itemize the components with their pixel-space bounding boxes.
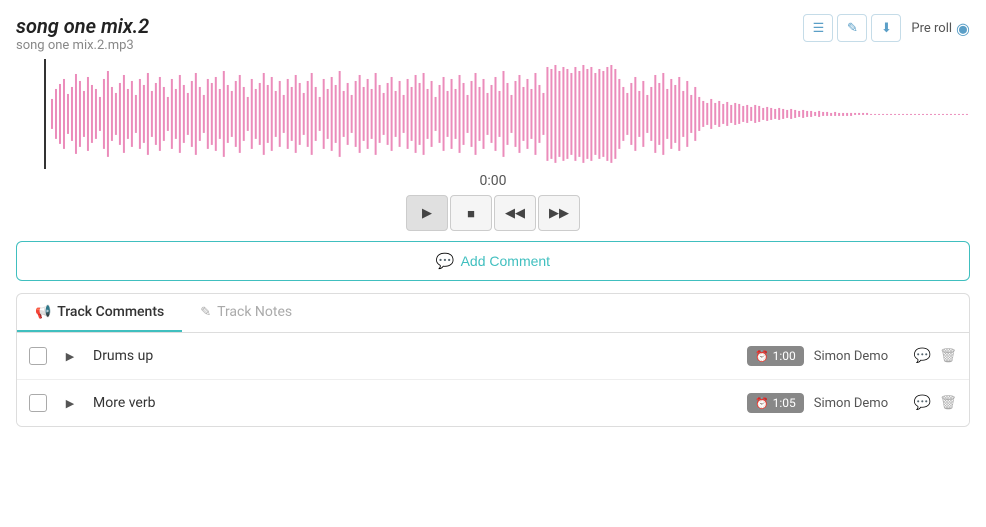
waveform[interactable] <box>51 59 970 169</box>
stop-button[interactable]: ■ <box>450 195 492 231</box>
play-icon: ▶ <box>66 350 74 363</box>
toggle-icon[interactable]: ◉ <box>956 19 970 38</box>
page-header: song one mix.2 song one mix.2.mp3 ☰ ✎ ⬇ … <box>0 0 986 59</box>
tab-comments[interactable]: 📢 Track Comments <box>17 294 182 332</box>
comment-play-button-1[interactable]: ▶ <box>57 343 83 369</box>
comment-reply-icon-2[interactable]: 💬 <box>914 395 931 411</box>
clock-icon: ⏰ <box>755 397 769 410</box>
list-icon-button[interactable]: ☰ <box>803 14 833 42</box>
comment-author-2: Simon Demo <box>814 396 904 411</box>
comment-time-2: 1:05 <box>773 396 796 410</box>
header-actions: ☰ ✎ ⬇ Pre roll ◉ <box>803 14 970 42</box>
transport-section: 0:00 ▶ ■ ◀◀ ▶▶ <box>0 173 986 231</box>
time-display: 0:00 <box>480 173 507 189</box>
comment-time-badge-1: ⏰ 1:00 <box>747 346 804 366</box>
table-row: ▶ Drums up ⏰ 1:00 Simon Demo 💬 🗑 <box>17 333 969 380</box>
pencil-icon: ✎ <box>200 305 211 320</box>
playhead <box>44 59 46 169</box>
add-comment-label: Add Comment <box>461 253 550 269</box>
page-title: song one mix.2 <box>16 14 149 38</box>
edit-icon: ✎ <box>847 20 858 36</box>
add-comment-button[interactable]: 💬 Add Comment <box>16 241 970 281</box>
comment-checkbox-1[interactable] <box>29 347 47 365</box>
table-row: ▶ More verb ⏰ 1:05 Simon Demo 💬 🗑 <box>17 380 969 426</box>
comment-text-2: More verb <box>93 395 737 411</box>
comment-text-1: Drums up <box>93 348 737 364</box>
comment-actions-1: 💬 🗑 <box>914 348 957 364</box>
preroll-control: Pre roll ◉ <box>911 19 970 38</box>
comment-delete-icon-2[interactable]: 🗑 <box>939 395 957 411</box>
download-icon-button[interactable]: ⬇ <box>871 14 901 42</box>
comment-checkbox-2[interactable] <box>29 394 47 412</box>
transport-controls: ▶ ■ ◀◀ ▶▶ <box>406 195 580 231</box>
fast-forward-button[interactable]: ▶▶ <box>538 195 580 231</box>
preroll-label-text: Pre roll <box>911 21 952 36</box>
comments-list: ▶ Drums up ⏰ 1:00 Simon Demo 💬 🗑 ▶ More … <box>17 333 969 426</box>
download-icon: ⬇ <box>881 20 892 36</box>
comment-author-1: Simon Demo <box>814 349 904 364</box>
fast-forward-icon: ▶▶ <box>549 205 569 221</box>
comment-time-1: 1:00 <box>773 349 796 363</box>
comment-reply-icon-1[interactable]: 💬 <box>914 348 931 364</box>
rewind-button[interactable]: ◀◀ <box>494 195 536 231</box>
title-block: song one mix.2 song one mix.2.mp3 <box>16 14 149 53</box>
comment-bubble-icon: 💬 <box>436 252 455 270</box>
list-icon: ☰ <box>813 20 825 36</box>
tabs-section: 📢 Track Comments ✎ Track Notes ▶ Drums u… <box>16 293 970 427</box>
comment-time-badge-2: ⏰ 1:05 <box>747 393 804 413</box>
comment-actions-2: 💬 🗑 <box>914 395 957 411</box>
tab-notes[interactable]: ✎ Track Notes <box>182 294 310 332</box>
play-icon: ▶ <box>66 397 74 410</box>
play-button[interactable]: ▶ <box>406 195 448 231</box>
megaphone-icon: 📢 <box>35 305 51 320</box>
play-icon: ▶ <box>422 205 432 221</box>
comment-play-button-2[interactable]: ▶ <box>57 390 83 416</box>
tab-notes-label: Track Notes <box>217 304 292 320</box>
filename: song one mix.2.mp3 <box>16 38 149 53</box>
edit-icon-button[interactable]: ✎ <box>837 14 867 42</box>
tabs-header: 📢 Track Comments ✎ Track Notes <box>17 294 969 333</box>
stop-icon: ■ <box>467 206 475 221</box>
comment-delete-icon-1[interactable]: 🗑 <box>939 348 957 364</box>
rewind-icon: ◀◀ <box>505 205 525 221</box>
waveform-container[interactable] <box>16 59 970 169</box>
tab-comments-label: Track Comments <box>57 304 164 320</box>
clock-icon: ⏰ <box>755 350 769 363</box>
